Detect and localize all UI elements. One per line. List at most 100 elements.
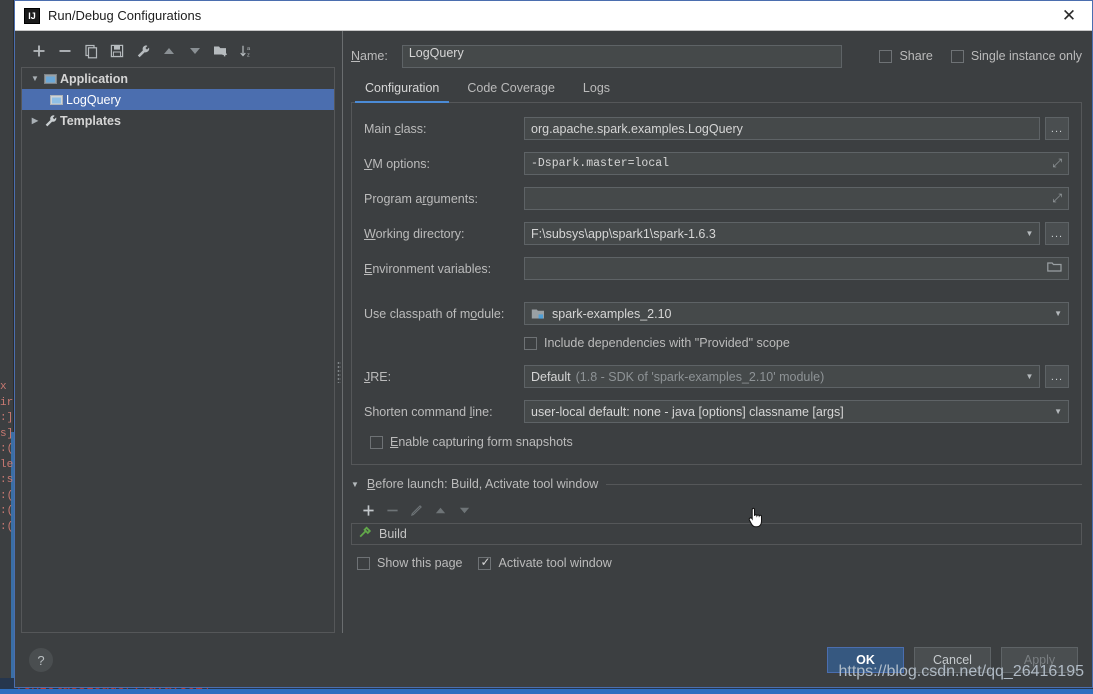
splitter-grip-icon[interactable] <box>337 361 341 383</box>
tree-node-label: LogQuery <box>66 92 121 107</box>
tab-code-coverage[interactable]: Code Coverage <box>453 77 569 102</box>
dialog-body: a z ▼ Application LogQuery ▶ Templates N… <box>15 31 1092 633</box>
close-icon[interactable]: ✕ <box>1046 1 1092 30</box>
chevron-right-icon[interactable]: ▶ <box>28 116 42 125</box>
tree-node-application[interactable]: ▼ Application <box>22 68 334 89</box>
before-launch-title: Before launch: Build, Activate tool wind… <box>366 477 599 491</box>
copy-configuration-button[interactable] <box>79 39 103 63</box>
chevron-down-icon[interactable]: ▼ <box>1048 407 1062 416</box>
dialog-titlebar: IJ Run/Debug Configurations ✕ <box>15 1 1092 31</box>
name-label: Name: <box>351 49 388 63</box>
wrench-icon[interactable] <box>131 39 155 63</box>
use-classpath-of-module-label: Use classpath of module: <box>364 306 505 321</box>
before-launch-remove-button <box>381 499 403 521</box>
main-class-row: Main class: org.apache.spark.examples.Lo… <box>364 117 1069 140</box>
single-instance-only-checkbox-box[interactable] <box>950 49 964 63</box>
chevron-down-icon[interactable]: ▼ <box>28 74 42 83</box>
name-input[interactable]: LogQuery <box>401 44 842 68</box>
enable-capturing-checkbox-box[interactable] <box>370 435 383 449</box>
jre-combobox[interactable]: Default (1.8 - SDK of 'spark-examples_2.… <box>524 365 1020 388</box>
include-provided-scope-checkbox-box[interactable] <box>524 336 537 350</box>
share-checkbox-label: Share <box>899 49 933 63</box>
dialog-footer: ? OK Cancel Apply https://blog.csdn.net/… <box>15 633 1092 687</box>
move-down-button[interactable] <box>183 39 207 63</box>
jre-label: JRE: <box>364 369 392 384</box>
working-directory-input[interactable]: F:\subsys\app\spark1\spark-1.6.3 <box>524 222 1020 245</box>
dialog-title: Run/Debug Configurations <box>48 8 202 23</box>
name-row: Name: LogQuery Share Single instance onl… <box>351 31 1082 71</box>
chevron-down-icon[interactable]: ▼ <box>1048 309 1062 318</box>
intellij-idea-icon: IJ <box>24 7 40 24</box>
tree-node-templates[interactable]: ▶ Templates <box>22 110 334 131</box>
before-launch-header[interactable]: ▼ Before launch: Build, Activate tool wi… <box>351 477 1082 491</box>
help-button[interactable]: ? <box>29 648 53 672</box>
vm-options-label: VM options: <box>364 156 431 171</box>
chevron-down-icon[interactable]: ▼ <box>351 480 359 489</box>
configuration-settings-panel: Name: LogQuery Share Single instance onl… <box>343 31 1092 633</box>
panel-splitter[interactable] <box>335 31 343 633</box>
shorten-command-line-combobox[interactable]: user-local default: none - java [options… <box>524 400 1069 423</box>
jre-dropdown-button[interactable]: ▼ <box>1020 365 1040 388</box>
dialog-buttons: OK Cancel Apply <box>827 647 1078 673</box>
use-classpath-of-module-combobox[interactable]: spark-examples_2.10 ▼ <box>524 302 1069 325</box>
use-classpath-of-module-value: spark-examples_2.10 <box>552 306 672 321</box>
program-arguments-label: Program arguments: <box>364 191 478 206</box>
ok-button[interactable]: OK <box>827 647 904 673</box>
main-class-browse-button[interactable]: ... <box>1045 117 1069 140</box>
enable-capturing-row: Enable capturing form snapshots <box>370 432 1069 452</box>
single-instance-only-checkbox[interactable]: Single instance only <box>950 49 1082 63</box>
program-arguments-row: Program arguments: ⤢ <box>364 187 1069 210</box>
apply-button: Apply <box>1001 647 1078 673</box>
vm-options-input[interactable]: -Dspark.master=local ⤢ <box>524 152 1069 175</box>
before-launch-toolbar <box>351 497 1082 523</box>
configurations-tree[interactable]: ▼ Application LogQuery ▶ Templates <box>21 67 335 633</box>
program-arguments-input[interactable]: ⤢ <box>524 187 1069 210</box>
working-directory-row: Working directory: F:\subsys\app\spark1\… <box>364 222 1069 245</box>
environment-variables-input[interactable] <box>524 257 1069 280</box>
save-configuration-button[interactable] <box>105 39 129 63</box>
before-launch-task-list[interactable]: Build <box>351 523 1082 545</box>
configuration-tab-panel: Main class: org.apache.spark.examples.Lo… <box>351 103 1082 465</box>
run-debug-configurations-dialog: IJ Run/Debug Configurations ✕ a z ▼ Appl… <box>14 0 1093 688</box>
include-provided-scope-label: Include dependencies with "Provided" sco… <box>544 336 790 350</box>
show-this-page-checkbox[interactable]: Show this page <box>357 556 462 570</box>
expand-icon[interactable]: ⤢ <box>1046 157 1062 171</box>
configurations-panel: a z ▼ Application LogQuery ▶ Templates <box>15 31 335 633</box>
shorten-command-line-value: user-local default: none - java [options… <box>531 404 844 419</box>
tree-node-logquery[interactable]: LogQuery <box>22 89 334 110</box>
share-checkbox[interactable]: Share <box>879 49 933 63</box>
move-up-button[interactable] <box>157 39 181 63</box>
before-launch-add-button[interactable] <box>357 499 379 521</box>
tab-configuration[interactable]: Configuration <box>351 77 453 103</box>
working-directory-label: Working directory: <box>364 226 465 241</box>
working-directory-browse-button[interactable]: ... <box>1045 222 1069 245</box>
main-class-input[interactable]: org.apache.spark.examples.LogQuery <box>524 117 1040 140</box>
activate-tool-window-checkbox[interactable]: Activate tool window <box>478 555 612 570</box>
application-icon <box>42 73 60 85</box>
window-edge-bottom <box>0 689 1093 694</box>
add-configuration-button[interactable] <box>27 39 51 63</box>
expand-icon[interactable]: ⤢ <box>1046 191 1062 206</box>
jre-browse-button[interactable]: ... <box>1045 365 1069 388</box>
tree-node-label: Application <box>60 71 129 86</box>
show-this-page-checkbox-box[interactable] <box>357 556 370 570</box>
name-row-options: Share Single instance only <box>879 49 1082 63</box>
activate-tool-window-checkbox-box[interactable] <box>478 555 492 570</box>
include-provided-scope-checkbox[interactable]: Include dependencies with "Provided" sco… <box>524 336 790 350</box>
environment-variables-row: Environment variables: <box>364 257 1069 280</box>
remove-configuration-button[interactable] <box>53 39 77 63</box>
folder-icon[interactable] <box>1047 261 1062 276</box>
shorten-command-line-row: Shorten command line: user-local default… <box>364 400 1069 423</box>
svg-text:a: a <box>247 46 251 52</box>
include-provided-scope-row: Include dependencies with "Provided" sco… <box>524 333 1069 353</box>
share-checkbox-box[interactable] <box>879 49 893 63</box>
jre-value-detail: (1.8 - SDK of 'spark-examples_2.10' modu… <box>575 369 825 384</box>
tab-logs[interactable]: Logs <box>569 77 624 102</box>
working-directory-dropdown-button[interactable]: ▼ <box>1020 222 1040 245</box>
enable-capturing-checkbox[interactable]: Enable capturing form snapshots <box>370 435 573 449</box>
show-this-page-label: Show this page <box>377 556 463 570</box>
cancel-button[interactable]: Cancel <box>914 647 991 673</box>
sort-az-icon[interactable]: a z <box>235 39 259 63</box>
use-classpath-of-module-row: Use classpath of module: spark-examples_… <box>364 302 1069 325</box>
folder-add-icon[interactable] <box>209 39 233 63</box>
